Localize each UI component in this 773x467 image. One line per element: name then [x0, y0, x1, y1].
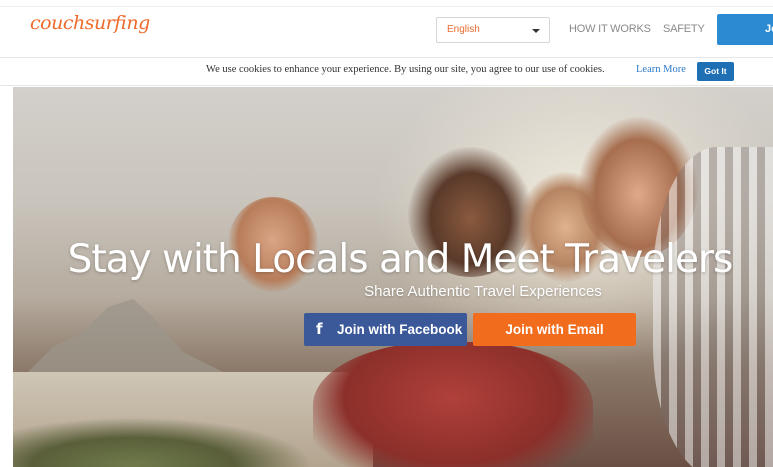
cookie-message: We use cookies to enhance your experienc…: [206, 64, 605, 75]
language-select-value: English: [447, 24, 480, 35]
facebook-icon: f: [316, 320, 323, 338]
top-divider: [0, 6, 773, 7]
language-select[interactable]: English: [436, 17, 550, 43]
join-button[interactable]: Join: [717, 14, 773, 45]
chevron-down-icon: [532, 29, 540, 33]
hero-foliage: [13, 417, 313, 467]
hero-photo-shirt-red: [313, 342, 593, 467]
join-with-email-button[interactable]: Join with Email: [473, 313, 636, 346]
learn-more-link[interactable]: Learn More: [636, 64, 686, 75]
hero-section: Stay with Locals and Meet Travelers Shar…: [13, 87, 773, 467]
hero-subtitle: Share Authentic Travel Experiences: [364, 283, 602, 300]
top-navigation-bar: couchsurfing English HOW IT WORKS SAFETY…: [0, 0, 773, 58]
join-with-facebook-button[interactable]: f Join with Facebook: [304, 313, 467, 346]
join-with-facebook-label: Join with Facebook: [337, 322, 463, 337]
hero-title: Stay with Locals and Meet Travelers: [67, 237, 734, 282]
nav-safety-link[interactable]: SAFETY: [663, 23, 705, 35]
nav-how-it-works-link[interactable]: HOW IT WORKS: [569, 23, 651, 35]
hero-photo-shirt-plaid: [653, 147, 773, 467]
got-it-button[interactable]: Got It: [697, 62, 734, 81]
cookie-banner: We use cookies to enhance your experienc…: [0, 58, 773, 86]
couchsurfing-logo[interactable]: couchsurfing: [30, 12, 150, 34]
